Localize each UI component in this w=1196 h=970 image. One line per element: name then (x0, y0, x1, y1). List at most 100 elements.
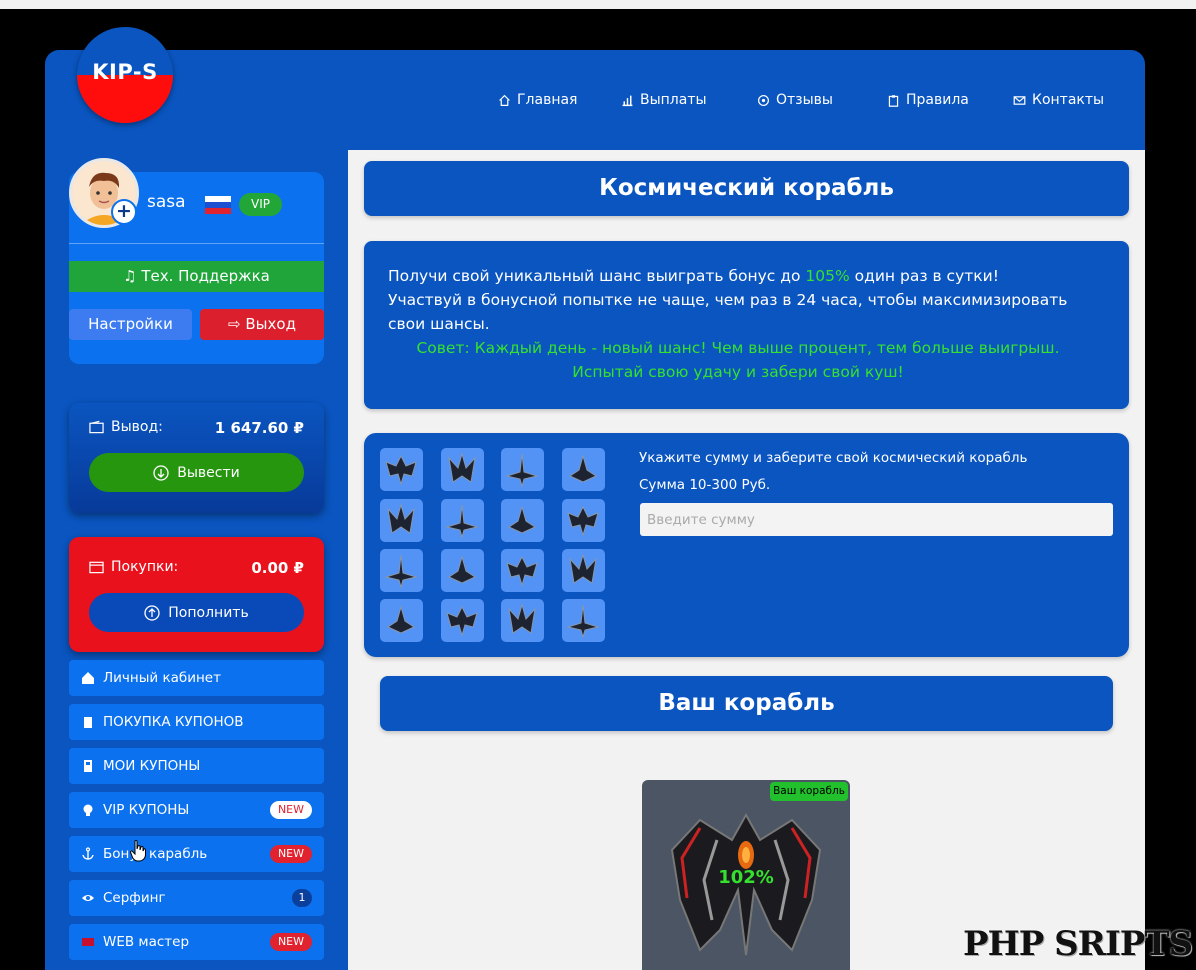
eye-icon (82, 895, 94, 901)
withdraw-label-row: Вывод: (89, 419, 163, 435)
ship-option-tile[interactable] (441, 599, 484, 642)
info-percent: 105% (805, 267, 850, 285)
lightbulb-icon (83, 804, 93, 816)
support-button[interactable]: ♫ Тех. Поддержка (69, 261, 324, 292)
comment-icon (758, 94, 769, 106)
menu-item-label: ПОКУПКА КУПОНОВ (103, 714, 244, 730)
spaceship-icon (387, 503, 415, 534)
withdraw-button[interactable]: Вывести (89, 453, 304, 492)
nav-contacts[interactable]: Контакты (1013, 90, 1104, 110)
clipboard-icon (84, 717, 92, 728)
settings-button[interactable]: Настройки (69, 309, 192, 340)
spaceship-icon (566, 604, 600, 639)
ship-option-tile[interactable] (441, 448, 484, 491)
ship-option-tile[interactable] (380, 448, 423, 491)
username: sasa (147, 192, 186, 212)
wallet-icon (89, 420, 104, 434)
nav-reviews-label: Отзывы (776, 92, 833, 108)
spaceship-icon (446, 605, 478, 637)
arrow-down-circle-icon (153, 464, 169, 481)
ship-option-tile[interactable] (501, 599, 544, 642)
page-title: Космический корабль (599, 175, 894, 201)
nav-payouts[interactable]: Выплаты (621, 90, 707, 110)
wallet-icon (89, 561, 104, 574)
withdraw-button-label: Вывести (177, 464, 240, 481)
ship-option-tile[interactable] (501, 448, 544, 491)
menu-item-label: Бонус карабль (103, 846, 208, 862)
spaceship-icon (385, 454, 417, 486)
form-title: Укажите сумму и заберите свой космически… (639, 450, 1028, 466)
your-ship-panel: Ваш корабль (380, 676, 1113, 731)
ship-percent: 102% (718, 867, 774, 888)
menu-item-surfing[interactable]: Серфинг 1 (69, 880, 324, 916)
top-strip (0, 0, 1196, 9)
spaceship-icon (508, 603, 536, 634)
withdraw-value: 1 647.60 ₽ (214, 419, 304, 437)
monitor-icon (82, 938, 94, 946)
count-badge: 1 (292, 889, 312, 907)
ship-option-tile[interactable] (441, 549, 484, 592)
bar-chart-icon (622, 95, 633, 106)
your-ship-title: Ваш корабль (658, 690, 835, 716)
logout-button-label: Выход (245, 315, 296, 333)
logout-button[interactable]: ⇨ Выход (200, 309, 324, 340)
info-line1-before: Получи свой уникальный шанс выиграть бон… (388, 267, 806, 285)
nav-home-label: Главная (517, 92, 578, 108)
withdraw-label: Вывод: (111, 419, 163, 435)
menu-item-my-coupons[interactable]: МОИ КУПОНЫ (69, 748, 324, 784)
nav-home[interactable]: Главная (498, 90, 577, 110)
form-range: Сумма 10-300 Руб. (639, 477, 771, 493)
ship-option-tile[interactable] (501, 549, 544, 592)
logo[interactable]: KIP-S (77, 27, 173, 123)
ship-option-tile[interactable] (562, 499, 605, 542)
sd-card-icon (84, 760, 92, 772)
nav-contacts-label: Контакты (1032, 92, 1105, 108)
clipboard-icon (888, 94, 899, 107)
headset-icon: ♫ (123, 267, 137, 285)
info-text: Получи свой уникальный шанс выиграть бон… (388, 264, 1088, 336)
logo-text: KIP-S (92, 60, 158, 84)
russia-flag-icon (205, 196, 231, 214)
spaceship-icon (384, 554, 418, 589)
menu-item-buy-coupons[interactable]: ПОКУПКА КУПОНОВ (69, 704, 324, 740)
spaceship-icon (448, 452, 476, 483)
menu-item-cabinet[interactable]: Личный кабинет (69, 660, 324, 696)
menu-item-vip-coupons[interactable]: VIP КУПОНЫ NEW (69, 792, 324, 828)
menu-item-bonus-ship[interactable]: Бонус карабль NEW (69, 836, 324, 872)
ship-option-tile[interactable] (441, 499, 484, 542)
nav-rules-label: Правила (906, 92, 969, 108)
info-line1-after: один раз в сутки! (849, 267, 999, 285)
ship-option-tile[interactable] (501, 499, 544, 542)
ship-option-tile[interactable] (562, 599, 605, 642)
spaceship-icon (447, 555, 477, 584)
purchases-label: Покупки: (111, 559, 179, 575)
spaceship-icon (569, 553, 597, 584)
envelope-icon (1013, 95, 1026, 105)
ship-option-tile[interactable] (380, 499, 423, 542)
ship-option-tile[interactable] (562, 549, 605, 592)
add-avatar-button[interactable]: + (111, 199, 137, 225)
home-icon (82, 672, 94, 684)
amount-input[interactable] (640, 503, 1113, 536)
topup-button[interactable]: Пополнить (89, 593, 304, 632)
page-title-panel: Космический корабль (364, 161, 1129, 216)
hand-cursor-icon (130, 840, 146, 862)
vip-badge: VIP (239, 193, 282, 216)
ship-option-tile[interactable] (380, 549, 423, 592)
nav-rules[interactable]: Правила (887, 90, 969, 110)
menu-item-label: WEB мастер (103, 934, 190, 950)
anchor-icon (82, 847, 94, 860)
nav-payouts-label: Выплаты (640, 92, 707, 108)
spaceship-icon (505, 453, 539, 488)
ship-option-tile[interactable] (380, 599, 423, 642)
spaceship-icon (386, 605, 416, 634)
new-badge: NEW (269, 801, 312, 819)
menu-item-label: Личный кабинет (103, 670, 221, 686)
ship-option-tile[interactable] (562, 448, 605, 491)
info-line2: Участвуй в бонусной попытке не чаще, чем… (388, 291, 1068, 333)
spaceship-icon (567, 505, 599, 537)
menu-item-web-master[interactable]: WEB мастер NEW (69, 924, 324, 960)
watermark: PHP SRIPTS (963, 924, 1193, 964)
purchases-label-row: Покупки: (89, 559, 178, 575)
nav-reviews[interactable]: Отзывы (757, 90, 833, 110)
